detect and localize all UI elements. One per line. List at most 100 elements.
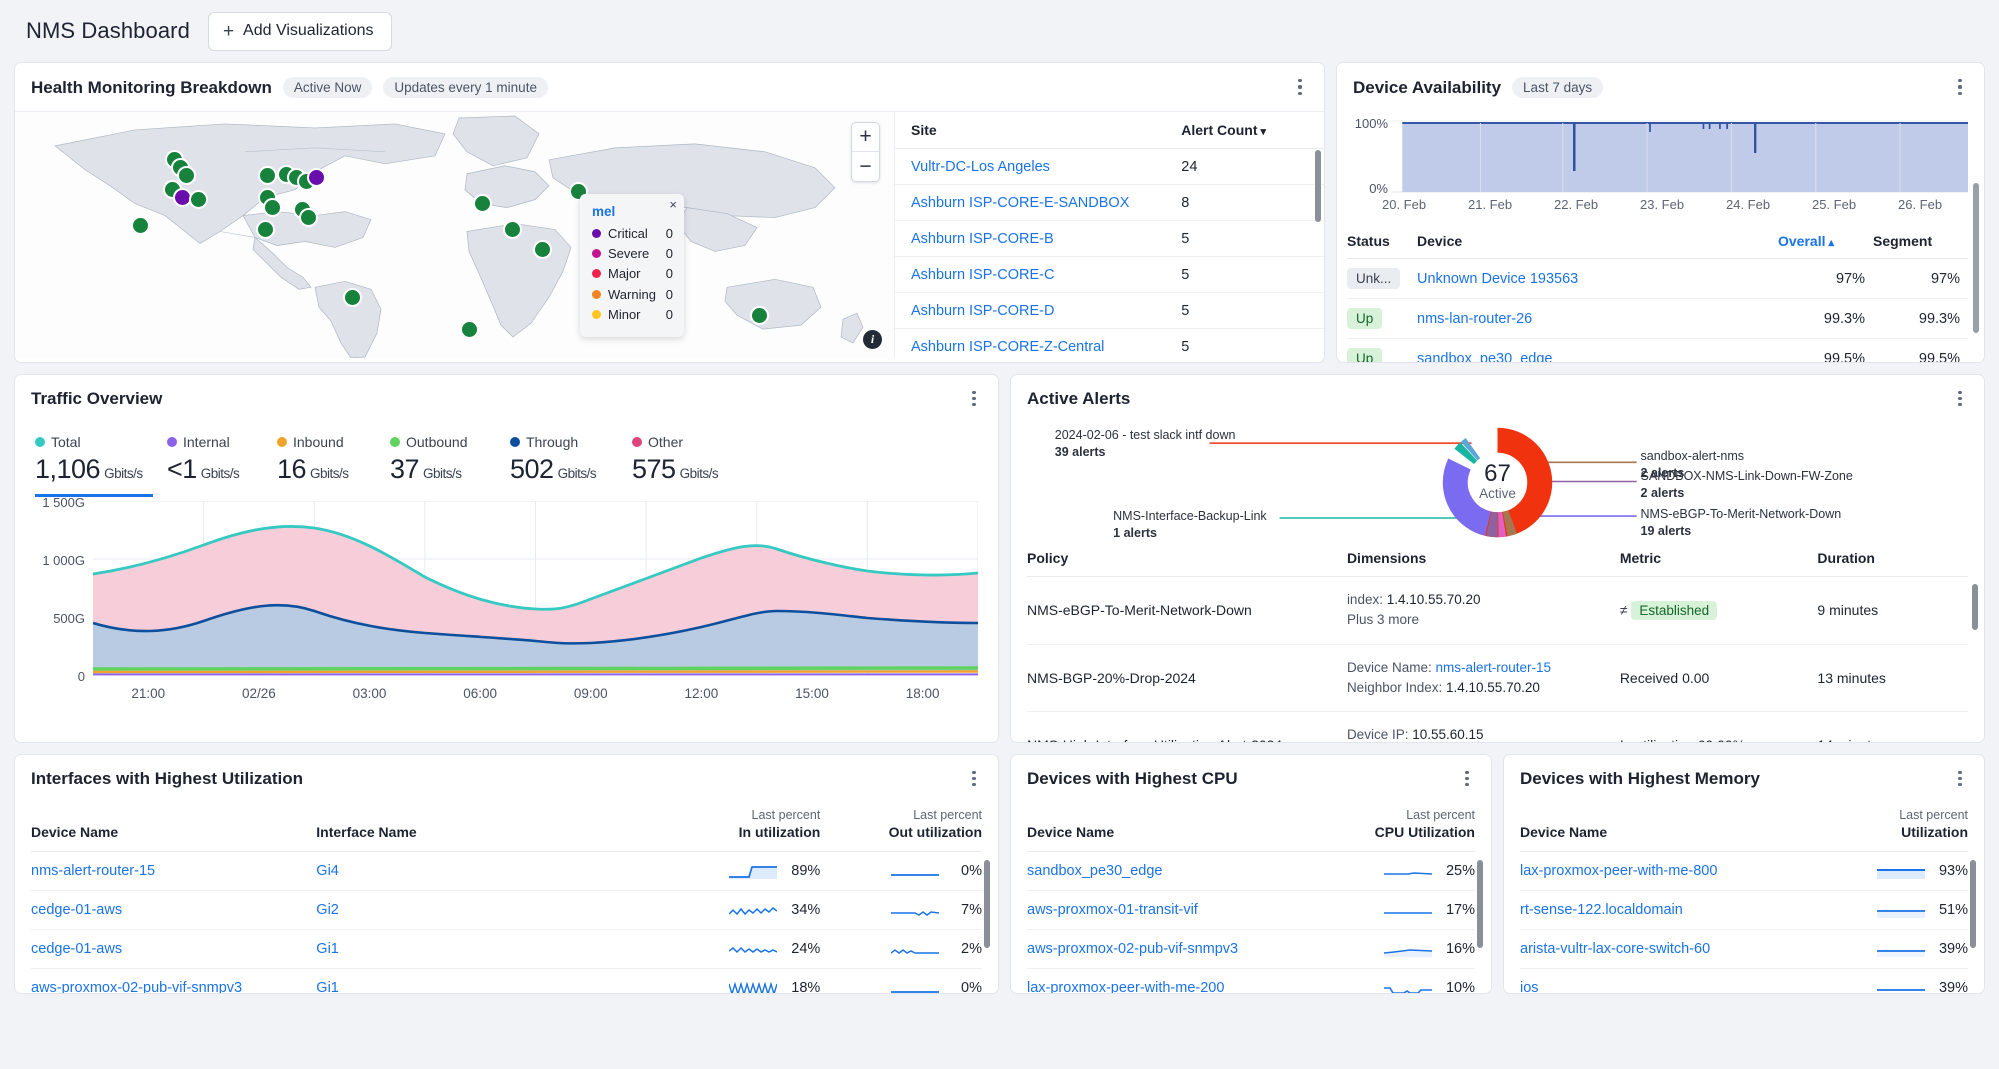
popup-close-icon[interactable]: × [669,197,677,212]
device-link[interactable]: arista-vultr-lax-core-switch-60 [1520,941,1710,957]
interface-link[interactable]: Gi1 [316,941,339,957]
availability-card-menu-icon[interactable] [1950,77,1970,97]
map-info-icon[interactable]: i [863,330,882,349]
site-link[interactable]: Ashburn ISP-CORE-D [911,303,1054,319]
interface-link[interactable]: Gi2 [316,902,339,918]
table-row[interactable]: Up nms-lan-router-26 99.3% 99.3% [1347,298,1968,339]
in-utilization-col-header[interactable]: Last percent In utilization [630,802,821,852]
traffic-metric-through[interactable]: Through 502 Gbits/s [510,428,632,497]
device-link[interactable]: Unknown Device 193563 [1417,271,1578,287]
traffic-metric-internal[interactable]: Internal <1 Gbits/s [167,428,277,497]
device-link[interactable]: sandbox_pe30_edge [1027,863,1162,879]
table-row[interactable]: Unk... Unknown Device 193563 97% 97% [1347,258,1968,299]
traffic-metric-outbound[interactable]: Outbound 37 Gbits/s [390,428,510,497]
map-marker[interactable] [535,242,550,257]
interfaces-table-scrollbar[interactable] [984,860,990,948]
device-link[interactable]: rt-sense-122.localdomain [1520,902,1683,918]
table-row[interactable]: lax-proxmox-peer-with-me-200 10% [1027,968,1475,993]
device-link[interactable]: aws-proxmox-02-pub-vif-snmpv3 [31,980,242,993]
device-link[interactable]: lax-proxmox-peer-with-me-800 [1520,863,1717,879]
map-marker[interactable] [260,168,275,183]
table-row[interactable]: NMS-BGP-20%-Drop-2024 Device Name: nms-a… [1027,644,1968,712]
map-zoom-out-button[interactable]: − [852,152,879,181]
traffic-metric-total[interactable]: Total 1,106 Gbits/s [35,428,167,497]
table-row[interactable]: Ashburn ISP-CORE-C 5 [895,256,1324,293]
interface-link[interactable]: Gi4 [316,863,339,879]
cpu-card-menu-icon[interactable] [1457,769,1477,789]
site-link[interactable]: Ashburn ISP-CORE-E-SANDBOX [911,195,1129,211]
site-link[interactable]: Ashburn ISP-CORE-Z-Central [911,339,1104,355]
traffic-card-menu-icon[interactable] [964,389,984,409]
table-row[interactable]: Ashburn ISP-CORE-D 5 [895,292,1324,329]
cpu-utilization-col-header[interactable]: Last percent CPU Utilization [1295,802,1475,852]
donut-label-slice-4[interactable]: NMS-Interface-Backup-Link 1 alerts [1113,508,1267,542]
table-row[interactable]: Up sandbox_pe30_edge 99.5% 99.5% [1347,338,1968,363]
table-row[interactable]: arista-vultr-lax-core-switch-60 39% [1520,929,1968,969]
device-link[interactable]: ios [1520,980,1539,993]
duration-col-header[interactable]: Duration [1817,542,1968,577]
memory-utilization-col-header[interactable]: Last percent Utilization [1788,802,1968,852]
map-zoom-in-button[interactable]: + [852,123,879,152]
alerts-card-menu-icon[interactable] [1950,389,1970,409]
site-link[interactable]: Ashburn ISP-CORE-B [911,231,1054,247]
table-row[interactable]: NMS-eBGP-To-Merit-Network-Down index: 1.… [1027,576,1968,645]
table-row[interactable]: nms-alert-router-15 Gi4 89% 0% [31,851,982,891]
map-zoom-controls[interactable]: + − [851,122,880,182]
device-link[interactable]: nms-lan-router-26 [1417,311,1532,327]
metric-col-header[interactable]: Metric [1619,542,1818,577]
device-link[interactable]: aws-proxmox-02-pub-vif-snmpv3 [1027,941,1238,957]
device-link[interactable]: aws-proxmox-01-transit-vif [1027,902,1198,918]
table-row[interactable]: cedge-01-aws Gi2 34% 7% [31,890,982,930]
map-marker[interactable] [505,222,520,237]
alerts-table-scrollbar[interactable] [1972,584,1978,630]
map-marker[interactable] [179,168,194,183]
device-link[interactable]: sandbox_pe30_edge [1417,351,1552,363]
map-marker[interactable] [265,200,280,215]
interface-col-header[interactable]: Interface Name [316,802,631,852]
site-link[interactable]: Vultr-DC-Los Angeles [911,159,1050,175]
site-table-scrollbar[interactable] [1315,150,1321,222]
device-col-header[interactable]: Device Name [1520,802,1789,852]
out-utilization-col-header[interactable]: Last percent Out utilization [820,802,982,852]
table-row[interactable]: Ashburn ISP-CORE-E-SANDBOX 8 [895,184,1324,221]
dimensions-col-header[interactable]: Dimensions [1346,542,1620,577]
world-map[interactable]: + − × mel Critical 0 Severe 0 Major 0 Wa… [15,111,894,358]
table-row[interactable]: Vultr-DC-Los Angeles 24 [895,148,1324,185]
overall-col-header[interactable]: Overall ▴ [1778,224,1873,259]
device-link[interactable]: nms-alert-router-15 [31,863,155,879]
table-row[interactable]: ios 39% [1520,968,1968,993]
dim-device-link[interactable]: nms-alert-router-15 [1435,660,1551,675]
map-marker[interactable] [462,322,477,337]
site-col-header[interactable]: Site [895,112,1166,149]
map-marker[interactable] [309,170,324,185]
site-link[interactable]: Ashburn ISP-CORE-C [911,267,1054,283]
map-marker[interactable] [301,210,316,225]
device-link[interactable]: lax-proxmox-peer-with-me-200 [1027,980,1224,993]
table-row[interactable]: aws-proxmox-01-transit-vif 17% [1027,890,1475,930]
table-row[interactable]: Ashburn ISP-CORE-B 5 [895,220,1324,257]
device-link[interactable]: cedge-01-aws [31,902,122,918]
policy-col-header[interactable]: Policy [1027,542,1347,577]
map-marker[interactable] [258,222,273,237]
memory-card-menu-icon[interactable] [1950,769,1970,789]
table-row[interactable]: aws-proxmox-02-pub-vif-snmpv3 16% [1027,929,1475,969]
donut-label-slice-0[interactable]: 2024-02-06 - test slack intf down 39 ale… [1055,427,1236,461]
memory-table-scrollbar[interactable] [1970,860,1976,948]
donut-label-slice-3[interactable]: NMS-eBGP-To-Merit-Network-Down 19 alerts [1641,506,1842,540]
segment-col-header[interactable]: Segment [1873,224,1968,259]
map-marker[interactable] [175,190,190,205]
device-col-header[interactable]: Device Name [1027,802,1296,852]
table-row[interactable]: cedge-01-aws Gi1 24% 2% [31,929,982,969]
alert-count-col-header[interactable]: Alert Count ▾ [1165,112,1324,149]
interfaces-card-menu-icon[interactable] [964,769,984,789]
traffic-metric-other[interactable]: Other 575 Gbits/s [632,428,719,497]
cpu-table-scrollbar[interactable] [1477,860,1483,948]
add-visualizations-button[interactable]: + Add Visualizations [207,11,392,51]
device-col-header[interactable]: Device Name [31,802,317,852]
map-marker[interactable] [191,192,206,207]
map-marker[interactable] [133,218,148,233]
interface-link[interactable]: Gi1 [316,980,339,993]
table-row[interactable]: sandbox_pe30_edge 25% [1027,851,1475,891]
table-row[interactable]: NMS-High Interface Utilization Alert-202… [1027,711,1968,742]
table-row[interactable]: Ashburn ISP-CORE-Z-Central 5 [895,328,1324,362]
